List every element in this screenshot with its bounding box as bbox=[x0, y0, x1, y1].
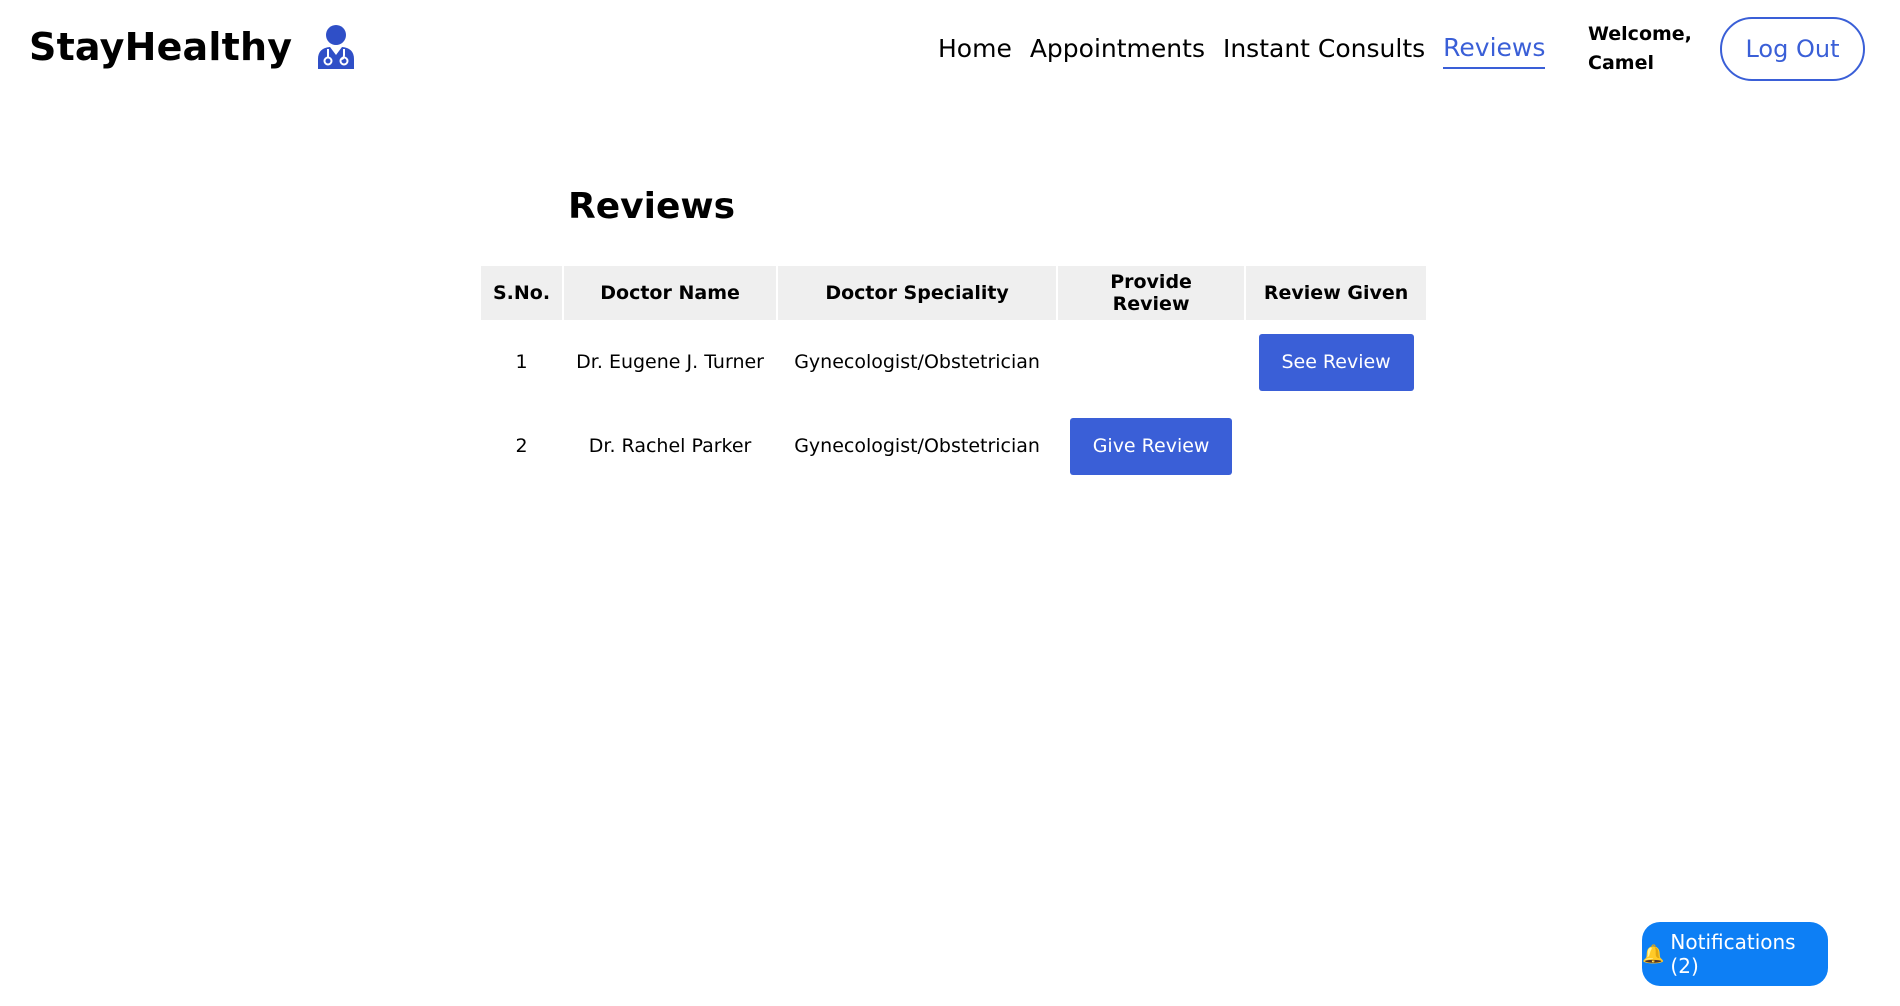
cell-review-given: See Review bbox=[1246, 320, 1426, 404]
logout-button[interactable]: Log Out bbox=[1720, 17, 1865, 81]
table-row: 1 Dr. Eugene J. Turner Gynecologist/Obst… bbox=[481, 320, 1426, 404]
cell-review-given bbox=[1246, 404, 1426, 488]
page-title: Reviews bbox=[568, 186, 736, 227]
notifications-button[interactable]: 🔔 Notifications (2) bbox=[1642, 922, 1828, 986]
cell-doctor-name: Dr. Rachel Parker bbox=[588, 435, 752, 457]
brand[interactable]: StayHealthy bbox=[29, 24, 356, 70]
header-doctor-name: Doctor Name bbox=[564, 266, 777, 320]
cell-sno: 2 bbox=[515, 435, 528, 457]
cell-doctor-name: Dr. Eugene J. Turner bbox=[576, 351, 764, 373]
cell-provide-review: Give Review bbox=[1058, 404, 1244, 488]
doctor-icon bbox=[316, 24, 356, 70]
main-nav: Home Appointments Instant Consults Revie… bbox=[938, 31, 1546, 69]
table-row: 2 Dr. Rachel Parker Gynecologist/Obstetr… bbox=[481, 404, 1426, 488]
notifications-label: Notifications (2) bbox=[1670, 930, 1796, 978]
header-doctor-speciality: Doctor Speciality bbox=[778, 266, 1057, 320]
nav-reviews[interactable]: Reviews bbox=[1443, 31, 1546, 69]
give-review-button[interactable]: Give Review bbox=[1070, 417, 1233, 475]
table-header-row: S.No. Doctor Name Doctor Speciality Prov… bbox=[481, 266, 1427, 320]
welcome-username: Camel bbox=[1588, 52, 1654, 74]
see-review-button[interactable]: See Review bbox=[1258, 333, 1414, 391]
welcome-message: Welcome, Camel bbox=[1588, 20, 1698, 78]
page: StayHealthy Home Appointments Instant Co… bbox=[0, 0, 1900, 1006]
cell-sno: 1 bbox=[515, 351, 528, 373]
brand-title[interactable]: StayHealthy bbox=[29, 25, 292, 69]
bell-icon: 🔔 bbox=[1642, 943, 1665, 965]
nav-appointments[interactable]: Appointments bbox=[1030, 32, 1205, 68]
header-review-given: Review Given bbox=[1246, 266, 1427, 320]
reviews-table: S.No. Doctor Name Doctor Speciality Prov… bbox=[479, 266, 1428, 488]
welcome-greeting: Welcome, bbox=[1588, 23, 1692, 45]
cell-speciality: Gynecologist/Obstetrician bbox=[794, 435, 1040, 457]
cell-provide-review bbox=[1058, 320, 1244, 404]
nav-home[interactable]: Home bbox=[938, 32, 1012, 68]
header-provide-review: Provide Review bbox=[1058, 266, 1245, 320]
nav-instant-consults[interactable]: Instant Consults bbox=[1223, 32, 1425, 68]
navbar: StayHealthy Home Appointments Instant Co… bbox=[0, 0, 1900, 100]
header-sno: S.No. bbox=[481, 266, 563, 320]
cell-speciality: Gynecologist/Obstetrician bbox=[794, 351, 1040, 373]
